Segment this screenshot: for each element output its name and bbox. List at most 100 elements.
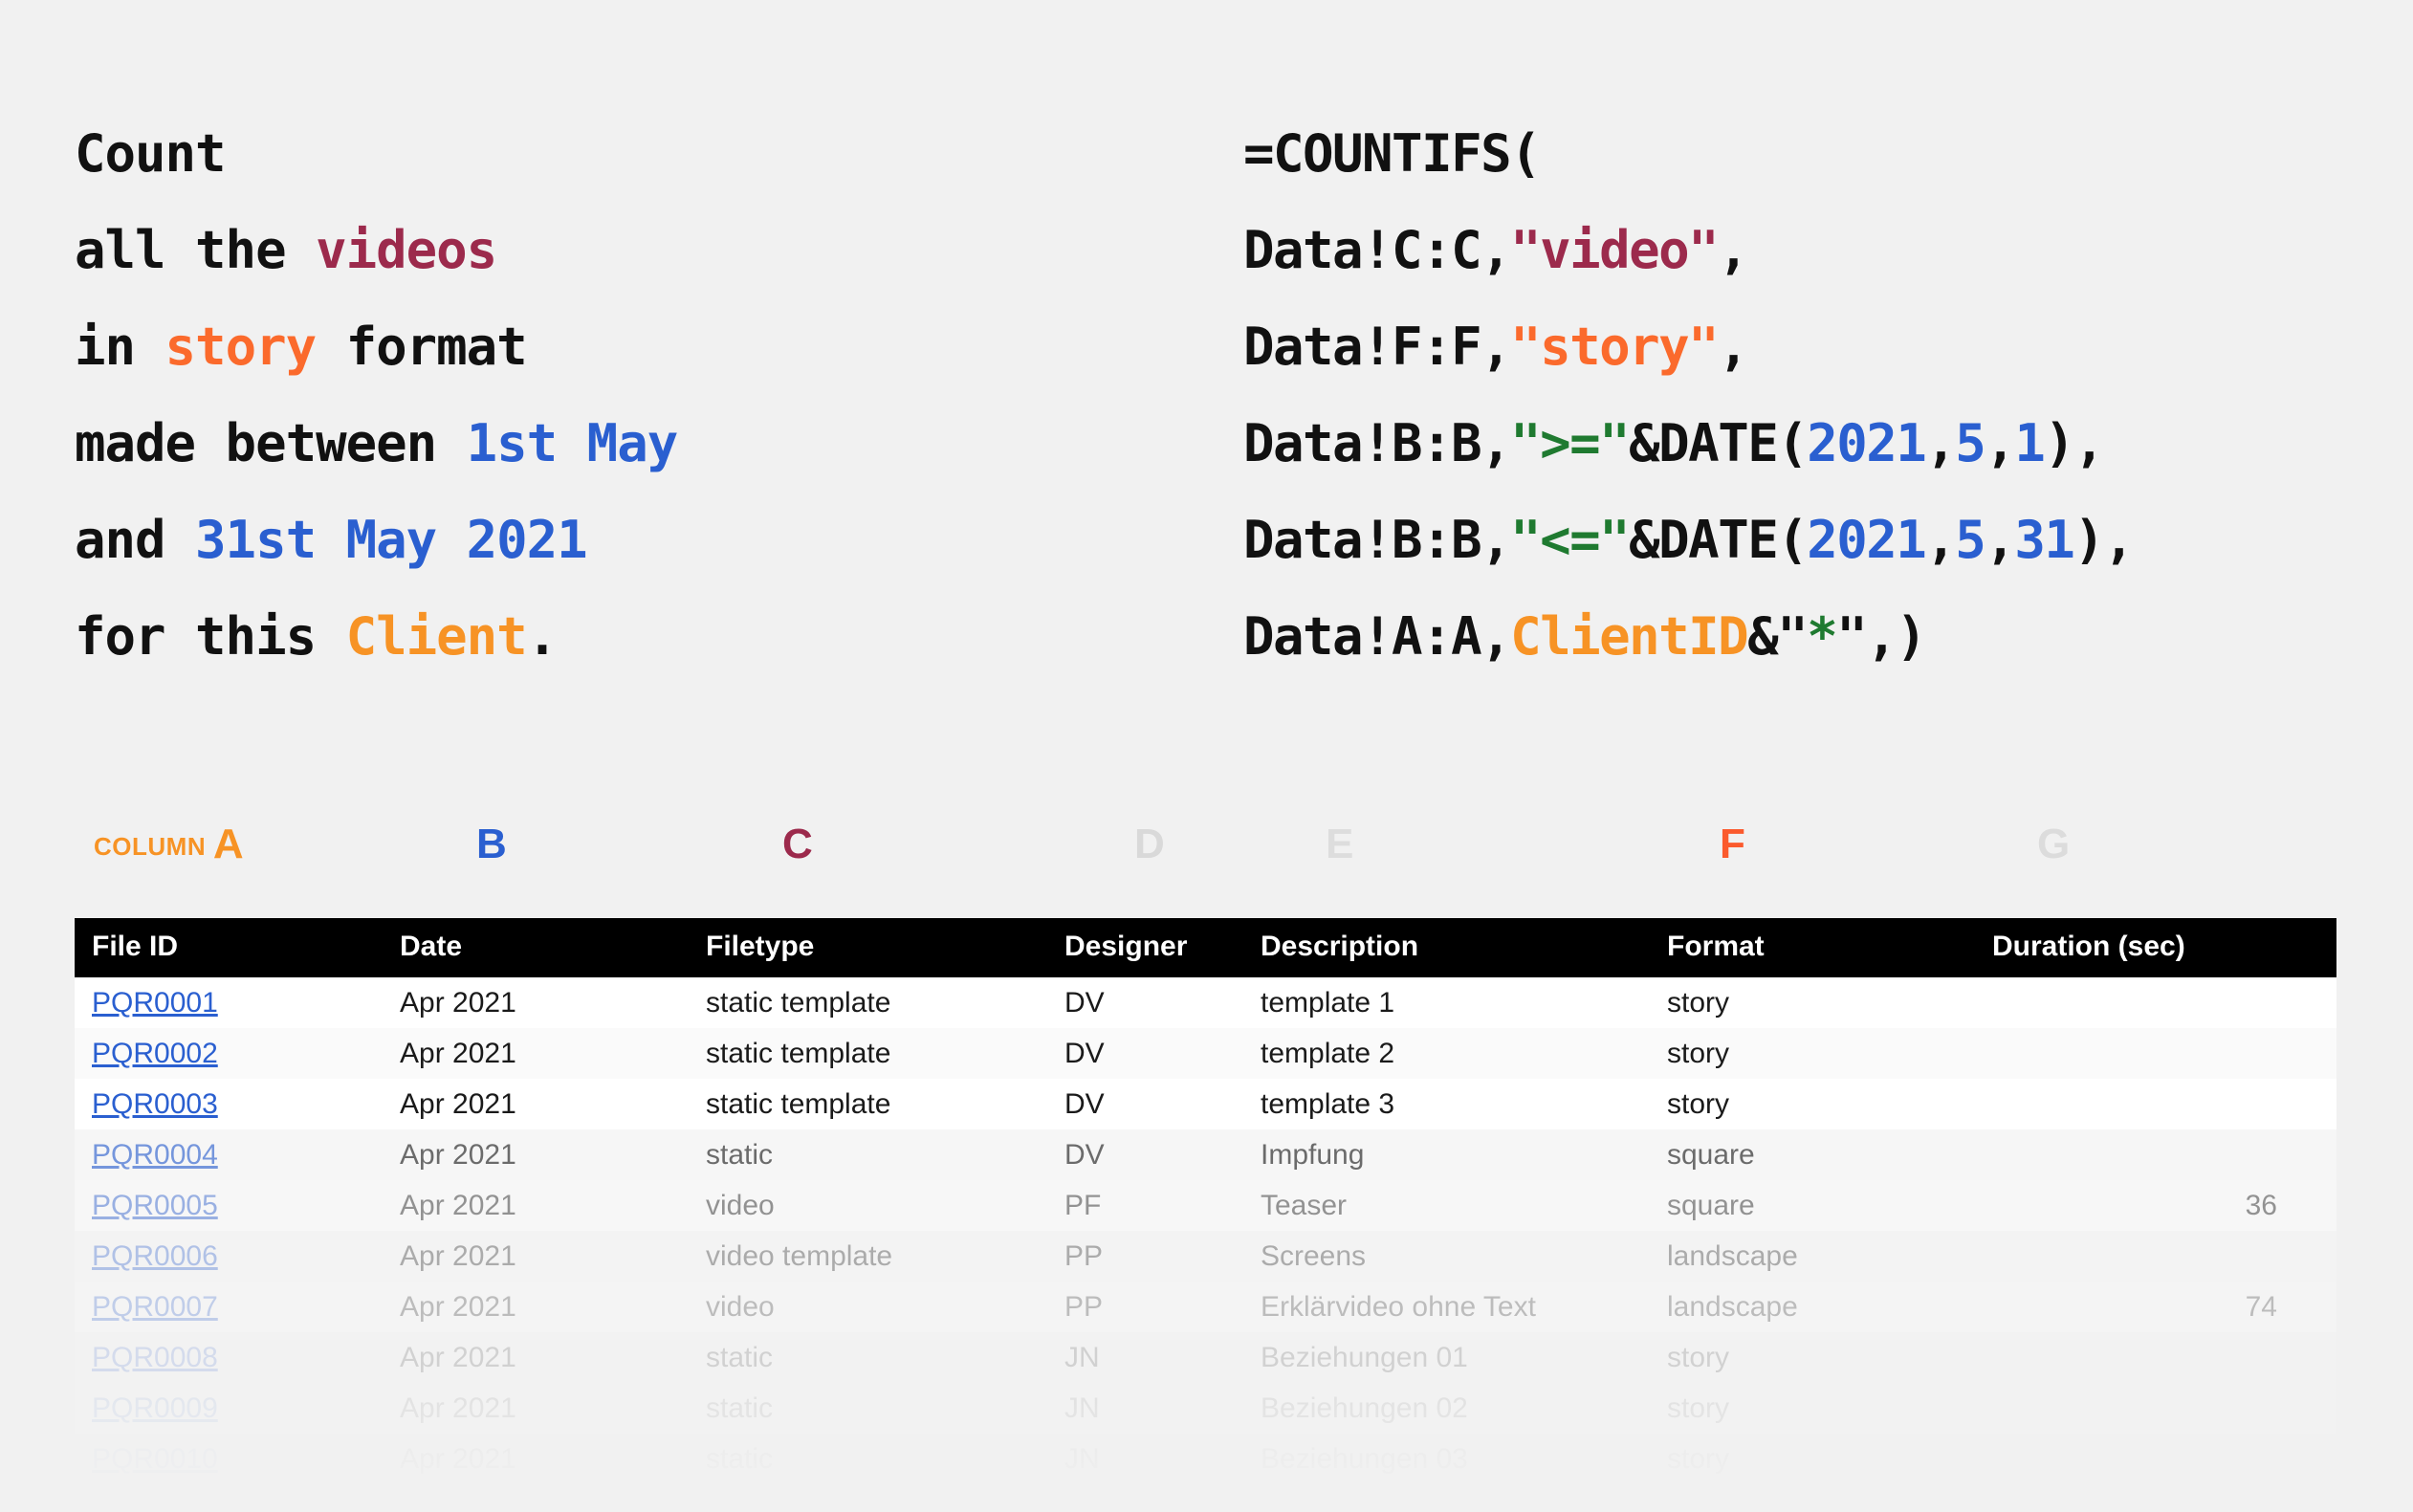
cell-file-id: PQR0009: [75, 1383, 400, 1434]
table-head: File ID Date Filetype Designer Descripti…: [75, 918, 2336, 977]
cell-designer: DV: [1064, 1037, 1105, 1069]
column-letter-glyph: C: [782, 821, 813, 867]
column-letter-f: F: [1720, 818, 1745, 871]
explanation-section: Count all the videos in story format made b…: [0, 0, 2413, 756]
file-id-link[interactable]: PQR0005: [92, 1190, 218, 1221]
cell-date: Apr 2021: [400, 1290, 516, 1323]
column-letter-c: C: [782, 818, 813, 871]
formula-line-6: Data!A:A,ClientID&"*",): [1243, 588, 2133, 685]
formula-segment: ,: [1925, 510, 1957, 570]
cell-file-id: PQR0004: [75, 1129, 400, 1180]
cell-designer: DV: [1064, 986, 1105, 1019]
cell-designer: JN: [1064, 1391, 1100, 1424]
file-id-link[interactable]: PQR0006: [92, 1240, 218, 1272]
prose-segment: .: [526, 606, 559, 667]
prose-line-5: and 31st May 2021: [75, 492, 677, 588]
cell-designer: PF: [1064, 1189, 1102, 1221]
cell-duration: [1992, 1434, 2336, 1484]
cell-date: Apr 2021: [400, 1434, 706, 1484]
prose-segment: 31st May 2021: [195, 510, 588, 570]
table-row: PQR0009 Apr 2021 static JN Beziehungen 02 sto…: [75, 1383, 2336, 1434]
table-row: PQR0006 Apr 2021 video template PP Screens la…: [75, 1231, 2336, 1282]
column-letter-glyph: A: [212, 821, 244, 867]
prose-line-1: Count: [75, 105, 677, 202]
formula-segment: ,: [1985, 413, 2016, 473]
prose-segment: in: [75, 317, 165, 377]
cell-description: Teaser: [1261, 1189, 1348, 1221]
table-row: PQR0010 Apr 2021staticJNBeziehungen 03sto…: [75, 1434, 2336, 1484]
file-id-link[interactable]: PQR0001: [92, 987, 218, 1019]
prose-line-3: in story format: [75, 298, 677, 395]
formula-segment: ,: [1718, 220, 1749, 280]
formula-segment: &DATE(: [1629, 413, 1809, 473]
column-letter-glyph: E: [1326, 821, 1354, 867]
cell-format: story: [1667, 986, 1730, 1019]
cell-file-id: PQR0001: [75, 977, 400, 1028]
column-letter-glyph: G: [2037, 821, 2071, 867]
cell-date: Apr 2021: [400, 1239, 516, 1272]
formula-segment: ",): [1836, 606, 1927, 667]
cell-duration: [1992, 1028, 2336, 1079]
cell-format: story: [1667, 1341, 1730, 1373]
column-letter-glyph: D: [1134, 821, 1165, 867]
formula-segment: 5: [1955, 413, 1986, 473]
column-letter-glyph: B: [476, 821, 507, 867]
cell-format: square: [1667, 1138, 1755, 1171]
cell-filetype: static: [706, 1434, 1064, 1484]
prose-segment: videos: [316, 220, 497, 280]
file-id-link[interactable]: PQR0004: [92, 1139, 218, 1171]
header-duration: Duration (sec): [1992, 918, 2336, 977]
cell-file-id: PQR0007: [75, 1282, 400, 1332]
prose-line-6: for this Client.: [75, 588, 677, 685]
cell-file-id: PQR0006: [75, 1231, 400, 1282]
formula-segment: "story": [1510, 317, 1720, 377]
column-letter-e: E: [1326, 818, 1353, 871]
cell-filetype: static template: [706, 1037, 891, 1069]
column-letter-a: COLUMN A: [94, 818, 244, 876]
prose-description: Count all the videos in story format made b…: [75, 105, 678, 685]
formula-line-3: Data!F:F,"story",: [1243, 298, 2133, 395]
cell-format: story: [1667, 1434, 1992, 1484]
table-row: PQR0001 Apr 2021 static template DV template…: [75, 977, 2336, 1028]
cell-designer: DV: [1064, 1138, 1105, 1171]
cell-date: Apr 2021: [400, 1037, 516, 1069]
file-id-link[interactable]: PQR0003: [92, 1088, 218, 1120]
table-row: PQR0004 Apr 2021 static DV Impfung square: [75, 1129, 2336, 1180]
cell-file-id: PQR0010: [75, 1434, 400, 1484]
column-letter-d: D: [1134, 818, 1165, 871]
file-id-link[interactable]: PQR0002: [92, 1038, 218, 1069]
cell-date: Apr 2021: [400, 1391, 516, 1424]
table-row: PQR0002 Apr 2021 static template DV template…: [75, 1028, 2336, 1079]
formula-segment: Data!F:F,: [1243, 317, 1512, 377]
cell-duration: [1992, 1332, 2336, 1383]
cell-filetype: static: [706, 1341, 774, 1373]
prose-segment: format: [316, 317, 528, 377]
cell-description: Erklärvideo ohne Text: [1261, 1290, 1536, 1323]
formula-segment: Data!B:B,: [1243, 510, 1512, 570]
prose-segment: and: [75, 510, 196, 570]
formula-segment: &DATE(: [1629, 510, 1809, 570]
cell-description: template 2: [1261, 1037, 1395, 1069]
cell-date: Apr 2021: [400, 1341, 516, 1373]
cell-format: story: [1667, 1087, 1730, 1120]
prose-segment: Client: [345, 606, 528, 667]
file-id-link[interactable]: PQR0009: [92, 1392, 218, 1424]
file-id-link[interactable]: PQR0010: [92, 1443, 218, 1475]
cell-designer: PP: [1064, 1290, 1104, 1323]
header-designer: Designer: [1064, 918, 1261, 977]
formula-segment: ),: [2044, 413, 2105, 473]
file-id-link[interactable]: PQR0007: [92, 1291, 218, 1323]
cell-format: landscape: [1667, 1290, 1798, 1323]
formula-segment: ClientID: [1510, 606, 1749, 667]
cell-date: Apr 2021: [400, 1189, 516, 1221]
formula-segment: *: [1807, 606, 1838, 667]
table-row: PQR0003 Apr 2021 static template DV template…: [75, 1079, 2336, 1129]
header-description: Description: [1261, 918, 1667, 977]
formula-segment: ,: [1925, 413, 1957, 473]
cell-duration: [1992, 1383, 2336, 1434]
spreadsheet-formula: =COUNTIFS(Data!C:C,"video", Data!F:F,"sto…: [1243, 105, 2135, 685]
data-table-container: File ID Date Filetype Designer Descripti…: [75, 918, 2336, 1512]
file-id-link[interactable]: PQR0008: [92, 1342, 218, 1373]
formula-line-1: =COUNTIFS(: [1243, 105, 2133, 202]
cell-description: template 1: [1261, 986, 1395, 1019]
